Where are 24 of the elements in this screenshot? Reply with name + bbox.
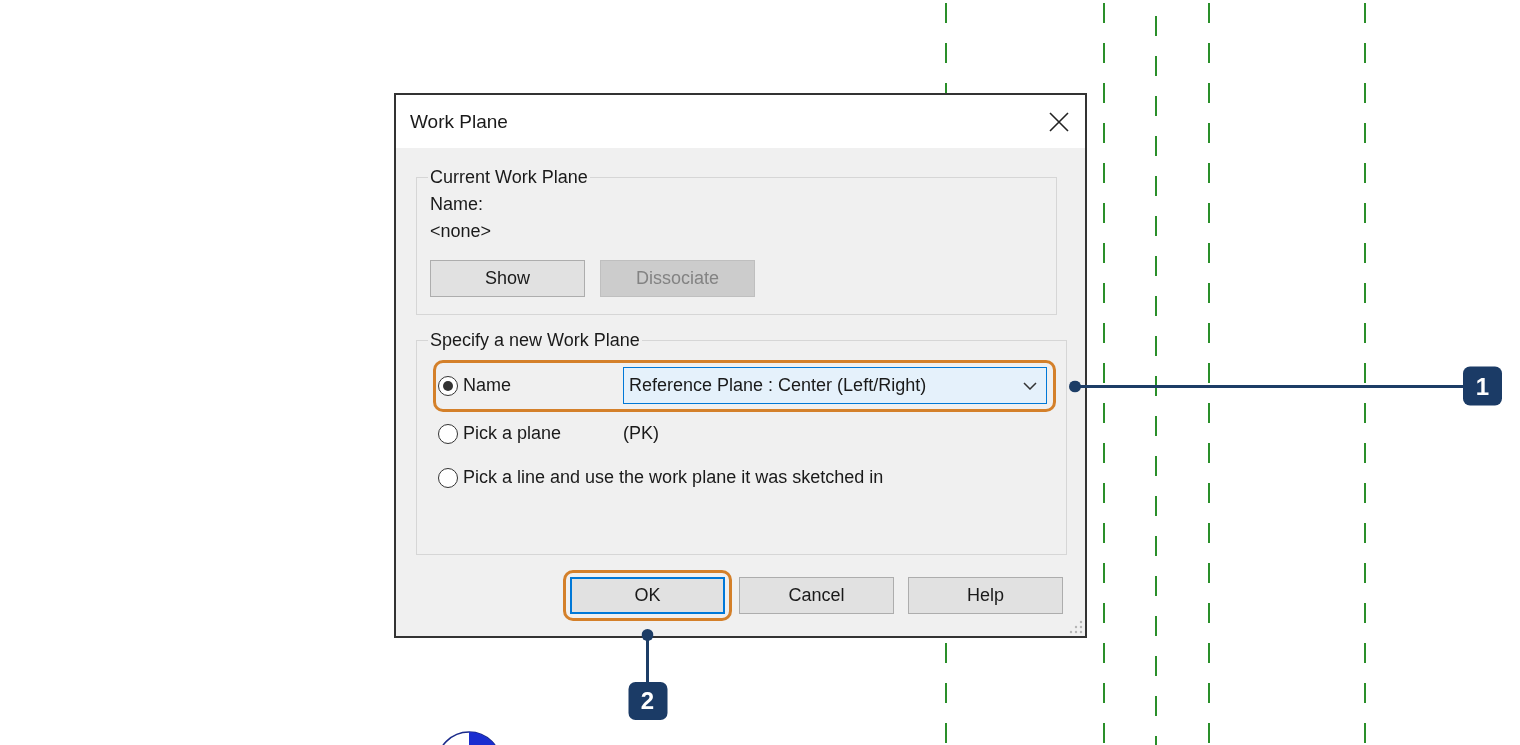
dialog-button[interactable]: Cancel xyxy=(739,577,894,614)
name-value: <none> xyxy=(430,220,493,243)
dialog-button[interactable]: Help xyxy=(908,577,1063,614)
plane-dropdown[interactable]: Reference Plane : Center (Left/Right) xyxy=(623,367,1047,404)
close-icon xyxy=(1049,111,1069,132)
close-button[interactable] xyxy=(1049,111,1069,132)
radio-button[interactable] xyxy=(438,375,458,396)
callout-number: 1 xyxy=(1463,366,1502,406)
group-title: Current Work Plane xyxy=(429,166,589,188)
option-label[interactable]: Pick a line and use the work plane it was sketched in xyxy=(463,464,884,491)
resize-grip-icon xyxy=(1069,620,1083,634)
window-title: Work Plane xyxy=(410,110,508,133)
option-label[interactable]: Name xyxy=(463,372,623,399)
show-button[interactable]: Show xyxy=(430,260,585,297)
dialog-button[interactable]: OK xyxy=(570,577,725,614)
leader-line xyxy=(641,629,654,682)
chevron-down-icon xyxy=(1023,381,1037,390)
name-label: Name: xyxy=(430,193,484,216)
radio-button[interactable] xyxy=(438,467,458,488)
group-title: Specify a new Work Plane xyxy=(429,329,641,351)
radio-button[interactable] xyxy=(438,423,458,444)
shortcut-text: (PK) xyxy=(623,422,659,445)
option-label[interactable]: Pick a plane xyxy=(463,420,623,447)
callout-number: 2 xyxy=(628,682,667,720)
